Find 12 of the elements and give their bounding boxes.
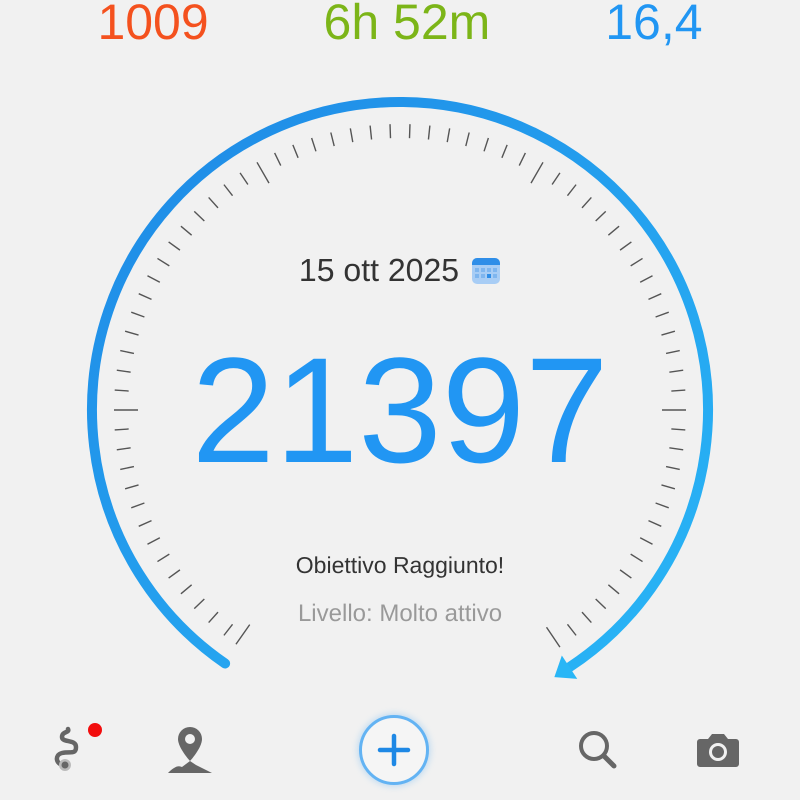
map-pin-icon[interactable]	[166, 725, 214, 775]
camera-icon[interactable]	[696, 731, 740, 769]
stat-value: 1009	[97, 0, 209, 48]
goal-status: Obiettivo Raggiunto!	[296, 552, 504, 579]
step-count: 21397	[191, 330, 609, 490]
stat-value: 16,4	[605, 0, 703, 48]
pointer-icon	[554, 655, 578, 679]
stat-value: 6h 52m	[324, 0, 490, 48]
date-label: 15 ott 2025	[298, 252, 460, 289]
activity-level: Livello: Molto attivo	[298, 600, 502, 628]
calendar-icon[interactable]	[471, 256, 502, 284]
add-button[interactable]	[359, 715, 429, 785]
